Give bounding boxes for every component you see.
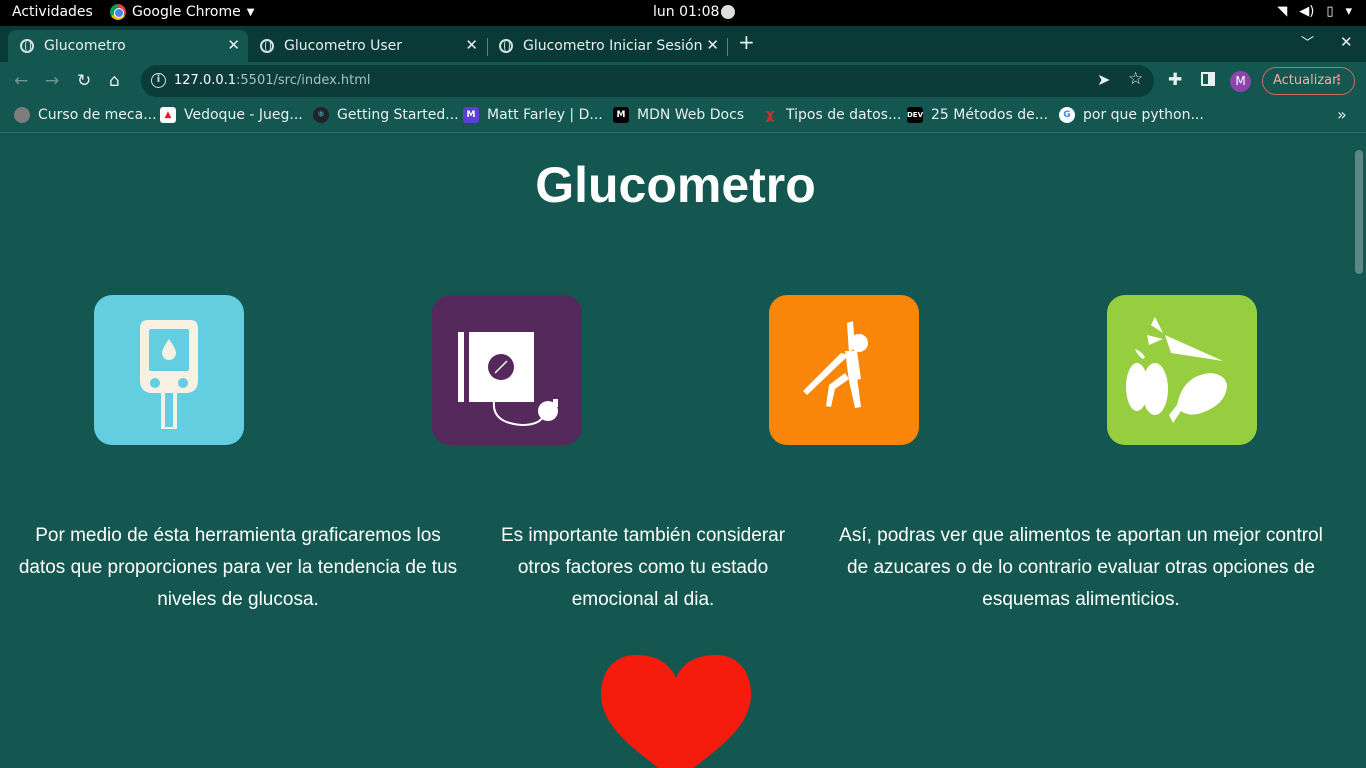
glucometer-icon <box>94 295 244 445</box>
address-bar[interactable]: i 127.0.0.1:5501/src/index.html ➤ ☆ <box>141 65 1154 97</box>
bookmark-label: MDN Web Docs <box>637 107 745 123</box>
bookmark-label: Vedoque - Jueg... <box>184 107 303 123</box>
bookmark-item[interactable]: M MDN Web Docs <box>613 107 744 123</box>
site-info-icon[interactable]: i <box>151 73 166 88</box>
page-title: Glucometro <box>535 157 816 213</box>
globe-icon <box>14 107 30 123</box>
bookmark-label: Matt Farley | D... <box>487 107 603 123</box>
bookmark-item[interactable]: ⚛ Getting Started... <box>313 107 459 123</box>
close-icon[interactable]: ✕ <box>465 36 478 54</box>
globe-icon <box>260 39 274 53</box>
react-icon: ⚛ <box>313 107 329 123</box>
close-icon[interactable]: ✕ <box>227 36 240 54</box>
exercise-stretch-icon <box>769 295 919 445</box>
tab-strip: Glucometro ✕ Glucometro User ✕ Glucometr… <box>0 26 1366 62</box>
google-icon: G <box>1059 107 1075 123</box>
browser-toolbar: ← → ↻ ⌂ i 127.0.0.1:5501/src/index.html … <box>0 62 1366 100</box>
tab-glucometro-user[interactable]: Glucometro User ✕ <box>248 30 486 62</box>
battery-icon: ▯ <box>1326 4 1334 19</box>
bookmark-item[interactable]: DEV 25 Métodos de... <box>907 107 1048 123</box>
close-icon[interactable]: ✕ <box>706 36 719 54</box>
back-arrow-icon[interactable]: ← <box>14 71 28 91</box>
tab-title: Glucometro User <box>284 38 402 54</box>
forward-arrow-icon[interactable]: → <box>45 71 59 91</box>
tab-glucometro[interactable]: Glucometro ✕ <box>8 30 248 62</box>
globe-icon <box>499 39 513 53</box>
kebab-menu-icon: ⋮ <box>1332 73 1345 88</box>
screen-record-icon <box>721 5 736 19</box>
bookmarks-overflow-icon[interactable]: » <box>1337 105 1347 124</box>
bookmark-item[interactable]: Curso de meca... <box>14 107 157 123</box>
send-tab-icon[interactable]: ➤ <box>1097 70 1110 89</box>
url-text[interactable]: 127.0.0.1:5501/src/index.html <box>174 73 371 88</box>
power-menu-caret-icon: ▾ <box>1345 4 1352 19</box>
profile-avatar[interactable]: M <box>1230 71 1251 92</box>
app-menu[interactable]: Google Chrome ▼ <box>110 4 254 20</box>
window-close-button[interactable]: ✕ <box>1340 33 1353 51</box>
bookmark-item[interactable]: ▲ Vedoque - Jueg... <box>160 107 303 123</box>
tab-search-chevron-icon[interactable]: ﹀ <box>1301 32 1314 51</box>
new-tab-button[interactable]: + <box>738 30 755 54</box>
home-icon[interactable]: ⌂ <box>109 71 120 91</box>
bookmark-item[interactable]: G por que python... <box>1059 107 1204 123</box>
update-label: Actualizar <box>1273 73 1338 88</box>
matt-farley-icon: M <box>463 107 479 123</box>
wifi-icon: ◥ <box>1277 4 1288 19</box>
page-content: Glucometro Por medio de ésta herramienta… <box>0 134 1351 768</box>
app-name: Google Chrome <box>132 4 241 20</box>
bookmark-item[interactable]: M Matt Farley | D... <box>463 107 603 123</box>
glucometer-card <box>94 295 244 445</box>
reload-icon[interactable]: ↻ <box>77 71 91 91</box>
vegetables-card <box>1107 295 1257 445</box>
update-button[interactable]: Actualizar ⋮ <box>1262 67 1355 95</box>
bookmark-label: Tipos de datos... <box>786 107 902 123</box>
bookmark-label: Curso de meca... <box>38 107 157 123</box>
chevron-down-icon: ▼ <box>246 6 255 18</box>
heart-icon <box>598 652 754 768</box>
system-top-bar: Actividades Google Chrome ▼ lun 01:08 ◥ … <box>0 0 1366 26</box>
vegetables-icon <box>1107 295 1257 445</box>
clock-label: lun 01:08 <box>653 4 720 20</box>
bookmark-item[interactable]: χ Tipos de datos... <box>762 107 901 123</box>
mdn-icon: M <box>613 107 629 123</box>
url-path: :5501/src/index.html <box>236 73 371 88</box>
volume-icon: ◀) <box>1299 4 1315 19</box>
url-host: 127.0.0.1 <box>174 73 237 88</box>
description-food: Así, podras ver que alimentos te aportan… <box>839 525 1323 610</box>
exercise-card <box>769 295 919 445</box>
clock[interactable]: lun 01:08 <box>653 4 736 20</box>
globe-icon <box>20 39 34 53</box>
extensions-puzzle-icon[interactable]: ✚ <box>1168 70 1182 90</box>
vedoque-icon: ▲ <box>160 107 176 123</box>
bookmark-label: Getting Started... <box>337 107 459 123</box>
tab-title: Glucometro <box>44 38 126 54</box>
blood-pressure-monitor-icon <box>432 295 582 445</box>
tab-glucometro-iniciar-sesion[interactable]: Glucometro Iniciar Sesión ✕ <box>487 30 727 62</box>
description-emotional: Es importante también considerar otros f… <box>500 525 786 610</box>
page-scrollbar[interactable] <box>1351 134 1366 768</box>
bookmarks-bar: Curso de meca... ▲ Vedoque - Jueg... ⚛ G… <box>0 100 1366 133</box>
bookmark-star-icon[interactable]: ☆ <box>1128 69 1143 89</box>
x-icon: χ <box>765 107 775 123</box>
system-status-area[interactable]: ◥ ◀) ▯ ▾ <box>1277 4 1352 19</box>
side-panel-icon[interactable] <box>1201 72 1215 86</box>
bookmark-label: por que python... <box>1083 107 1204 123</box>
blood-pressure-card <box>432 295 582 445</box>
dev-icon: DEV <box>907 107 923 123</box>
scrollbar-thumb[interactable] <box>1355 150 1363 274</box>
bookmark-label: 25 Métodos de... <box>931 107 1049 123</box>
chrome-logo-icon <box>110 4 126 20</box>
tab-divider <box>727 38 728 56</box>
description-glucose: Por medio de ésta herramienta graficarem… <box>18 525 458 610</box>
activities-button[interactable]: Actividades <box>12 4 93 20</box>
tab-title: Glucometro Iniciar Sesión <box>523 38 703 54</box>
